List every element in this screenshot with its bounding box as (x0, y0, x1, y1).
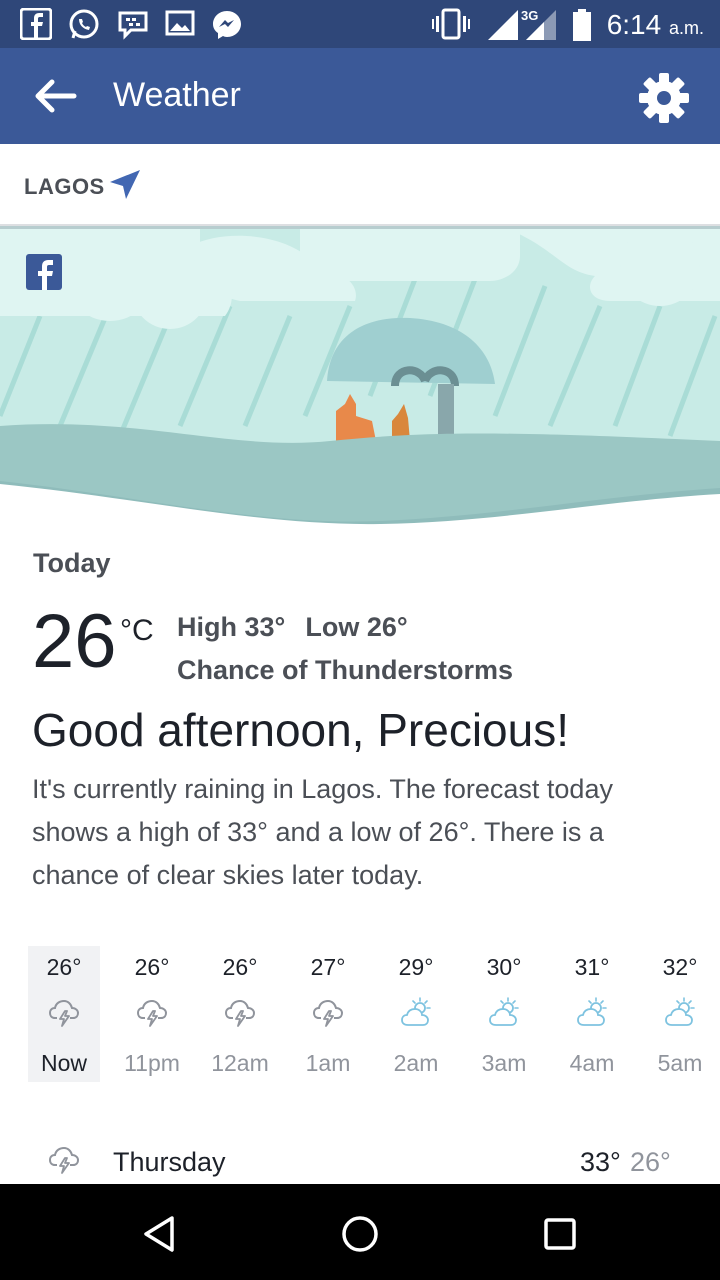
hourly-temp: 26° (134, 954, 170, 980)
hourly-item[interactable]: 27° 1am (292, 946, 364, 1082)
location-arrow-icon (110, 170, 140, 199)
status-time: 6:14 a.m. (607, 9, 704, 41)
hourly-item[interactable]: 26° 12am (204, 946, 276, 1082)
partly-cloudy-icon (488, 996, 520, 1028)
signal-icon (488, 10, 518, 40)
hourly-time: 1am (305, 1050, 351, 1076)
hourly-item[interactable]: 26° Now (28, 946, 100, 1082)
weather-illustration (0, 226, 720, 526)
hourly-time: 5am (657, 1050, 703, 1076)
temperature-unit[interactable]: °C (120, 614, 154, 648)
thunderstorm-icon (224, 996, 256, 1028)
hourly-temp: 27° (310, 954, 346, 980)
forecast-summary: It's currently raining in Lagos. The for… (32, 774, 613, 890)
high-low: High 33° Low 26° (177, 612, 408, 643)
facebook-icon (20, 8, 52, 40)
hourly-temp: 26° (46, 954, 82, 980)
clock-ampm: a.m. (668, 18, 704, 38)
hourly-time: 4am (569, 1050, 615, 1076)
hourly-temp: 32° (662, 954, 698, 980)
daily-row[interactable]: Thursday 33° 26° (0, 1135, 720, 1185)
hourly-time: 12am (211, 1050, 269, 1076)
hourly-item[interactable]: 26° 11pm (116, 946, 188, 1082)
bbm-icon (118, 11, 148, 40)
home-nav-icon[interactable] (338, 1212, 382, 1256)
back-arrow-icon[interactable] (30, 74, 80, 118)
gallery-icon (165, 10, 195, 36)
thunderstorm-icon (312, 996, 344, 1028)
facebook-icon (26, 254, 62, 290)
hourly-item[interactable]: 31° 4am (556, 946, 628, 1082)
hourly-item[interactable]: 30° 3am (468, 946, 540, 1082)
recents-nav-icon[interactable] (538, 1212, 582, 1256)
day-low: 26° (630, 1147, 671, 1177)
hourly-time: 3am (481, 1050, 527, 1076)
high-temp: High 33° (177, 612, 286, 642)
hourly-forecast[interactable]: 26° Now 26° 11pm 26° 12am 27° 1am 29° 2am 30° 3am 31… (28, 946, 720, 1082)
navigation-bar (0, 1184, 720, 1280)
hourly-time: 11pm (124, 1050, 180, 1076)
greeting: Good afternoon, Precious! (32, 704, 569, 756)
vibrate-icon (432, 8, 470, 40)
location-header[interactable]: LAGOS (0, 144, 720, 226)
day-high: 33° (580, 1147, 621, 1177)
messenger-icon (213, 11, 241, 39)
gear-icon[interactable] (638, 72, 690, 124)
today-label: Today (33, 548, 111, 578)
hourly-temp: 26° (222, 954, 258, 980)
hourly-time: Now (40, 1050, 87, 1076)
clock-time: 6:14 (606, 9, 662, 40)
hourly-temp: 30° (486, 954, 522, 980)
partly-cloudy-icon (664, 996, 696, 1028)
current-temperature: 26 (32, 599, 117, 684)
condition-text: Chance of Thunderstorms (177, 655, 514, 685)
whatsapp-icon (69, 9, 99, 39)
signal-icon (526, 10, 556, 40)
thunderstorm-icon (48, 1146, 80, 1174)
back-nav-icon[interactable] (138, 1212, 182, 1256)
thunderstorm-icon (48, 996, 80, 1028)
hourly-item[interactable]: 32° 5am (644, 946, 716, 1082)
status-bar: 3G 6:14 a.m. (0, 0, 720, 48)
hourly-time: 2am (393, 1050, 439, 1076)
thunderstorm-icon (136, 996, 168, 1028)
page-title: Weather (113, 76, 241, 114)
hourly-temp: 31° (574, 954, 610, 980)
battery-icon (573, 9, 591, 41)
low-temp: Low 26° (305, 612, 408, 642)
location-name: LAGOS (24, 174, 105, 199)
hourly-temp: 29° (398, 954, 434, 980)
partly-cloudy-icon (576, 996, 608, 1028)
partly-cloudy-icon (400, 996, 432, 1028)
day-name: Thursday (113, 1147, 226, 1177)
hourly-item[interactable]: 29° 2am (380, 946, 452, 1082)
app-bar: Weather (0, 48, 720, 144)
